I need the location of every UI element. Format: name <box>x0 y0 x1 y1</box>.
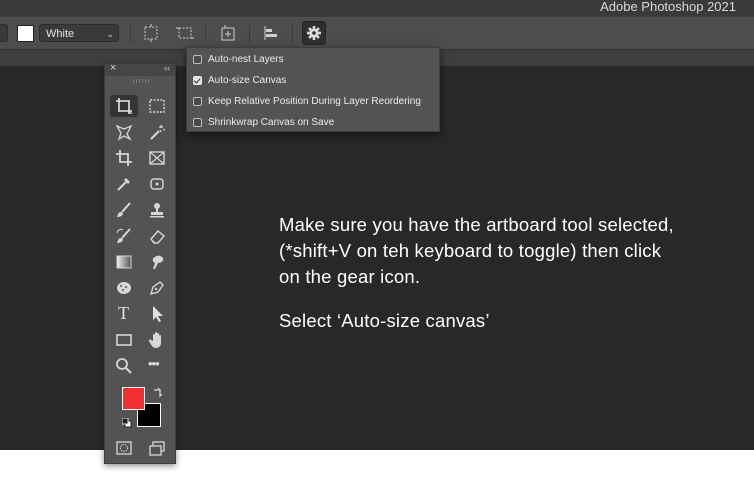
gear-icon <box>307 26 321 40</box>
separator <box>292 25 293 43</box>
smudge-tool-icon[interactable] <box>143 251 171 273</box>
tools-panel-header[interactable]: × ‹‹ <box>105 62 175 76</box>
collapse-icon[interactable]: ‹‹ <box>164 63 170 73</box>
options-bar: White ⌄ <box>0 16 754 49</box>
crop-tool-icon[interactable] <box>110 147 138 169</box>
rectangle-tool-icon[interactable] <box>110 329 138 351</box>
type-tool-glyph: T <box>118 303 129 323</box>
tools-panel: × ‹‹ T ••• <box>104 62 176 464</box>
zoom-tool-icon[interactable] <box>110 355 138 377</box>
eyedropper-tool-icon[interactable] <box>110 173 138 195</box>
lasso-tool-icon[interactable] <box>110 121 138 143</box>
hand-tool-icon[interactable] <box>143 329 171 351</box>
checkbox[interactable] <box>193 96 202 106</box>
path-selection-tool-icon[interactable] <box>143 303 171 325</box>
checkbox[interactable] <box>193 54 202 64</box>
stamp-tool-icon[interactable] <box>143 199 171 221</box>
gear-button[interactable] <box>302 21 326 45</box>
instruction-line-1: Make sure you have the artboard tool sel… <box>279 214 674 287</box>
color-swatch[interactable] <box>17 25 34 42</box>
options-left-stub[interactable] <box>0 24 8 42</box>
eraser-tool-icon[interactable] <box>143 225 171 247</box>
quick-mask-icon[interactable] <box>110 437 138 459</box>
menu-item-label: Auto-size Canvas <box>208 74 287 86</box>
instruction-line-2: Select ‘Auto-size canvas’ <box>279 310 490 331</box>
menu-item-auto-size-canvas[interactable]: Auto-size Canvas <box>193 72 286 88</box>
artboard-from-selection-icon[interactable] <box>174 23 196 43</box>
screen-mode-icon[interactable] <box>143 437 171 459</box>
close-icon[interactable]: × <box>110 62 116 74</box>
add-artboard-icon[interactable] <box>217 23 239 43</box>
menu-item-label: Shrinkwrap Canvas on Save <box>208 116 335 128</box>
pen-tool-icon[interactable] <box>143 277 171 299</box>
swap-colors-icon[interactable] <box>152 387 164 399</box>
artboard-from-layers-icon[interactable] <box>140 23 162 43</box>
frame-tool-icon[interactable] <box>143 147 171 169</box>
more-tools-glyph: ••• <box>148 356 160 371</box>
history-brush-tool-icon[interactable] <box>110 225 138 247</box>
title-bar: Adobe Photoshop 2021 <box>0 0 754 16</box>
align-icon[interactable] <box>260 23 282 43</box>
default-colors-icon[interactable] <box>122 418 132 428</box>
marquee-tool-icon[interactable] <box>143 95 171 117</box>
checkbox[interactable] <box>193 117 202 127</box>
patch-tool-icon[interactable] <box>143 173 171 195</box>
color-select-value: White <box>46 28 75 40</box>
sponge-tool-icon[interactable] <box>110 277 138 299</box>
menu-item-keep-relative-position[interactable]: Keep Relative Position During Layer Reor… <box>193 93 421 109</box>
separator <box>130 25 131 43</box>
instruction-text: Make sure you have the artboard tool sel… <box>279 212 679 334</box>
app-title: Adobe Photoshop 2021 <box>600 0 736 14</box>
more-tools-icon[interactable]: ••• <box>143 355 171 377</box>
menu-item-label: Keep Relative Position During Layer Reor… <box>208 95 421 107</box>
menu-item-shrinkwrap-canvas[interactable]: Shrinkwrap Canvas on Save <box>193 114 334 130</box>
separator <box>249 25 250 43</box>
brush-tool-icon[interactable] <box>110 199 138 221</box>
chevron-down-icon: ⌄ <box>106 29 114 39</box>
gradient-tool-icon[interactable] <box>110 251 138 273</box>
checkbox-checked[interactable] <box>193 75 202 85</box>
foreground-color-swatch[interactable] <box>122 387 145 410</box>
magic-wand-tool-icon[interactable] <box>143 121 171 143</box>
drag-grip[interactable] <box>133 79 149 83</box>
separator <box>205 25 206 43</box>
artboard-tool-icon[interactable] <box>110 95 138 117</box>
menu-item-auto-nest-layers[interactable]: Auto-nest Layers <box>193 51 284 67</box>
menu-item-label: Auto-nest Layers <box>208 53 284 65</box>
artboard-background-select[interactable]: White ⌄ <box>39 24 119 42</box>
type-tool-icon[interactable]: T <box>110 303 138 325</box>
artboard-settings-menu: Auto-nest Layers Auto-size Canvas Keep R… <box>186 47 440 132</box>
